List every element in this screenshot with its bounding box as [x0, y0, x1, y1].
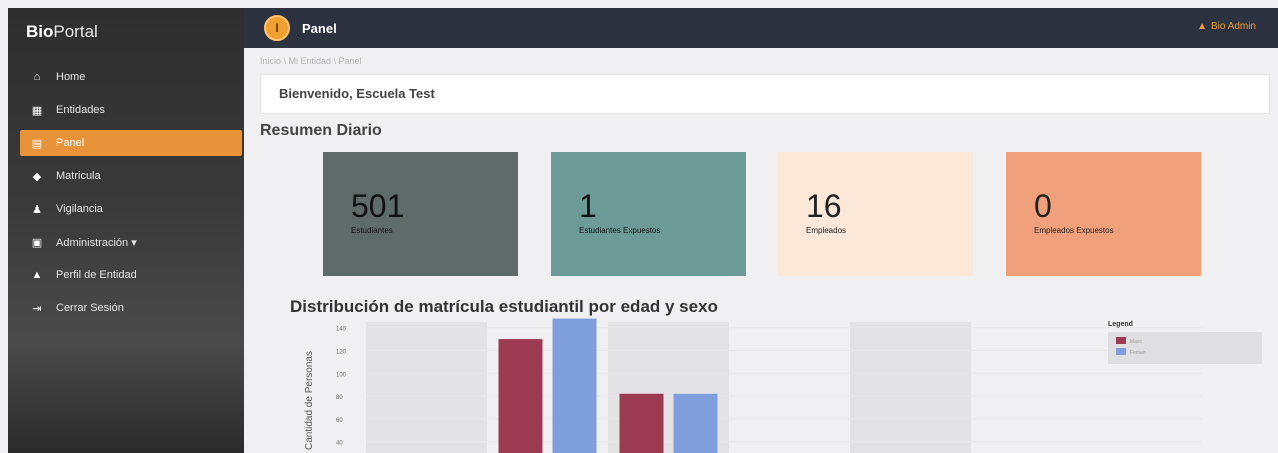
legend-swatch-femen	[1116, 348, 1126, 355]
sidebar-item-label: Administración ▾	[56, 236, 137, 249]
legend-title: Legend	[1108, 321, 1133, 328]
sidebar-item-label: Matricula	[56, 170, 101, 182]
bar-femen	[552, 318, 597, 453]
users-icon: ♟	[32, 203, 42, 216]
stat-value: 0	[1034, 188, 1052, 224]
sidebar-item-label: Vigilancia	[56, 203, 103, 215]
chart-band	[850, 322, 971, 453]
bar-femen	[673, 393, 718, 453]
stat-label: Empleados Expuestos	[1034, 226, 1114, 235]
sidebar-item-matricula[interactable]: ◆ Matricula	[20, 163, 242, 189]
sidebar-item-label: Panel	[56, 137, 85, 149]
stat-label: Estudiantes	[351, 226, 393, 235]
y-axis-label: Cantidad de Personas	[304, 351, 315, 450]
legend-swatch-masc	[1116, 337, 1126, 344]
brand-bold: Bio	[26, 22, 54, 41]
sidebar-item-label: Home	[56, 71, 86, 83]
y-tick-label: 100	[336, 372, 347, 378]
summary-title: Resumen Diario	[260, 122, 382, 139]
stat-card-students[interactable]: 501 Estudiantes	[323, 152, 518, 276]
sidebar-item-entidades[interactable]: ▦ Entidades	[20, 97, 242, 123]
bar-masc	[498, 339, 543, 453]
sidebar-item-perfil-de-entidad[interactable]: ▲ Perfil de Entidad	[20, 262, 242, 288]
sidebar-item-label: Cerrar Sesión	[56, 302, 124, 314]
sidebar-item-administración[interactable]: ▣ Administración ▾	[20, 229, 242, 255]
sidebar-item-vigilancia[interactable]: ♟ Vigilancia	[20, 196, 242, 222]
admin-icon: ▣	[31, 236, 43, 249]
sidebar-nav: ⌂ Home ▦ Entidades ▤ Panel ◆ Matricula ♟ Vigilanc…	[8, 64, 244, 321]
sidebar-item-panel[interactable]: ▤ Panel	[20, 130, 242, 156]
brand-rest: Portal	[53, 22, 98, 41]
chart-band	[366, 322, 487, 453]
stat-card-employees[interactable]: 16 Empleados	[778, 152, 973, 276]
legend-box	[1108, 332, 1262, 364]
brand-logo[interactable]: BioPortal	[8, 8, 244, 52]
sidebar-item-label: Entidades	[56, 104, 105, 116]
chart-title: Distribución de matrícula estudiantil po…	[290, 297, 718, 316]
home-icon: ⌂	[33, 71, 41, 83]
profile-icon: ▲	[31, 269, 43, 281]
building-icon: ▦	[31, 104, 43, 117]
legend-label: Femen	[1130, 350, 1146, 356]
sidebar: BioPortal ⌂ Home ▦ Entidades ▤ Panel ◆ Matricul…	[8, 8, 244, 453]
graduation-cap-icon: ◆	[32, 170, 42, 183]
sidebar-item-cerrar-sesión[interactable]: ⇥ Cerrar Sesión	[20, 295, 242, 321]
breadcrumb[interactable]: Inicio \ Mi Entidad \ Panel	[260, 56, 362, 66]
panel-icon: ▤	[31, 137, 43, 150]
y-tick-label: 140	[336, 327, 347, 333]
stat-label: Estudiantes Expuestos	[579, 226, 661, 235]
topbar: I Panel ▲ Bio Admin	[244, 8, 1278, 48]
stat-card-exposed-students[interactable]: 1 Estudiantes Expuestos	[551, 152, 746, 276]
logout-icon: ⇥	[32, 302, 42, 315]
stat-value: 501	[351, 188, 405, 224]
sidebar-item-home[interactable]: ⌂ Home	[20, 64, 242, 90]
y-tick-label: 120	[336, 349, 347, 355]
user-menu[interactable]: ▲ Bio Admin	[1197, 21, 1256, 32]
stat-value: 16	[806, 188, 842, 224]
welcome-message: Bienvenido, Escuela Test	[260, 74, 1270, 114]
stat-label: Empleados	[806, 226, 847, 235]
enrollment-chart: 40 60 80 100 120 140 Cantidad de Personas Legen…	[304, 318, 1262, 453]
stat-card-exposed-employees[interactable]: 0 Empleados Expuestos	[1006, 152, 1201, 276]
bar-masc	[619, 393, 664, 453]
y-tick-label: 40	[336, 441, 343, 447]
user-icon: ▲	[1197, 21, 1207, 32]
y-tick-label: 80	[336, 395, 343, 401]
app-logo-icon[interactable]: I	[264, 15, 290, 41]
stat-value: 1	[579, 188, 597, 224]
user-name: Bio Admin	[1210, 21, 1256, 32]
page-title: Panel	[302, 20, 337, 36]
y-tick-label: 60	[336, 418, 343, 424]
sidebar-item-label: Perfil de Entidad	[56, 269, 137, 281]
legend-label: Masc	[1130, 339, 1142, 345]
